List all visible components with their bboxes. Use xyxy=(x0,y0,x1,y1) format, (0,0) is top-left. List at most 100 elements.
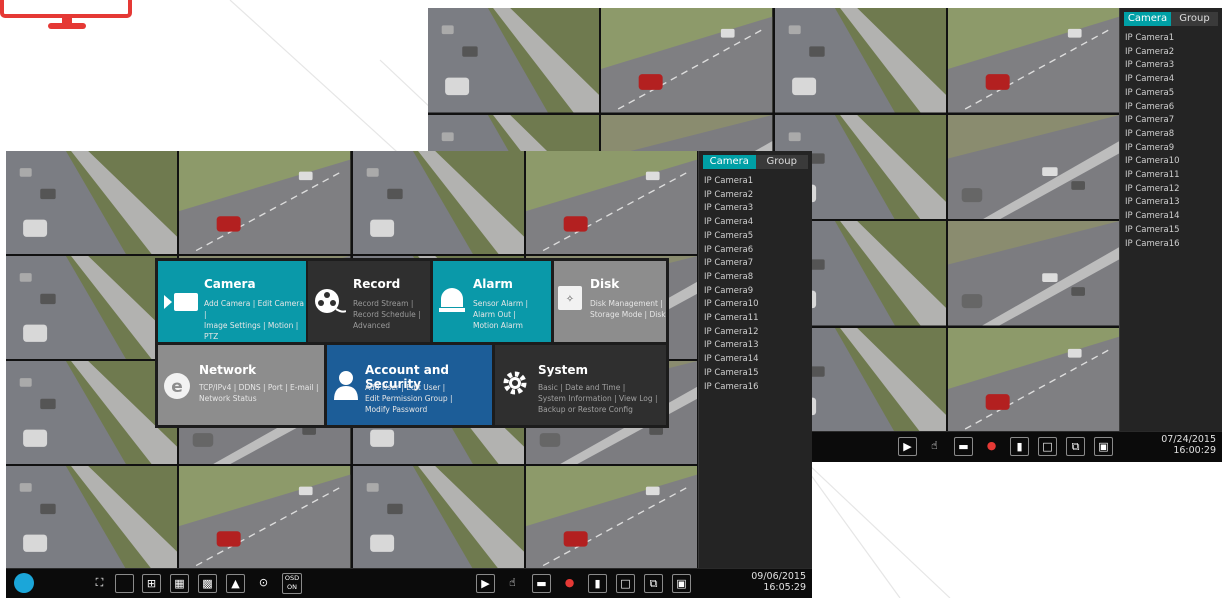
camera-tile[interactable] xyxy=(179,151,351,254)
hand-pointer-icon[interactable]: ☝ xyxy=(925,437,944,456)
menu-card-alarm[interactable]: Alarm Sensor Alarm | Alarm Out | Motion Al… xyxy=(433,261,551,342)
camera-list-item[interactable]: IP Camera2 xyxy=(1125,46,1222,60)
camera-list-item[interactable]: IP Camera13 xyxy=(704,339,812,353)
camera-tile[interactable] xyxy=(774,8,946,113)
menu-card-record[interactable]: Record Record Stream | Record Schedule | A… xyxy=(308,261,430,342)
menu-card-network[interactable]: e Network TCP/IPv4 | DDNS | Port | E-mai… xyxy=(158,345,324,425)
sequence-icon[interactable]: ⧉ xyxy=(1066,437,1085,456)
camera-list-item[interactable]: IP Camera15 xyxy=(704,367,812,381)
camera-list-item[interactable]: IP Camera12 xyxy=(1125,183,1222,197)
camera-list-item[interactable]: IP Camera9 xyxy=(1125,142,1222,156)
camera-list-item[interactable]: IP Camera6 xyxy=(704,244,812,258)
hand-pointer-icon[interactable]: ☝ xyxy=(503,574,522,593)
camera-list-item[interactable]: IP Camera4 xyxy=(1125,73,1222,87)
alarm-icon[interactable]: ● xyxy=(982,437,1001,456)
camera-list-item[interactable]: IP Camera8 xyxy=(1125,128,1222,142)
camera-tile[interactable] xyxy=(428,8,600,113)
fullscreen-icon[interactable]: ⛶ xyxy=(90,574,109,593)
camera-list-item[interactable]: IP Camera14 xyxy=(704,353,812,367)
camera-list-item[interactable]: IP Camera11 xyxy=(704,312,812,326)
camera-tile[interactable] xyxy=(947,327,1119,432)
camera-tile[interactable] xyxy=(352,466,524,569)
camera-sidebar: Camera Group IP Camera1 IP Camera2 IP Came… xyxy=(1119,8,1222,432)
tab-group[interactable]: Group xyxy=(1171,12,1218,26)
alarm-icon[interactable]: ● xyxy=(560,574,579,593)
camera-list-item[interactable]: IP Camera12 xyxy=(704,326,812,340)
camera-list-item[interactable]: IP Camera15 xyxy=(1125,224,1222,238)
camera-list-item[interactable]: IP Camera2 xyxy=(704,189,812,203)
date-time: 07/24/2015 16:00:29 xyxy=(1161,434,1216,456)
camera-list-item[interactable]: IP Camera13 xyxy=(1125,196,1222,210)
menu-title: Camera xyxy=(204,277,256,291)
hard-disk-icon: ✧ xyxy=(558,286,582,310)
camera-tile[interactable] xyxy=(6,151,178,254)
video-camera-icon xyxy=(164,293,198,311)
camera-list-item[interactable]: IP Camera14 xyxy=(1125,210,1222,224)
snapshot-icon[interactable]: ▬ xyxy=(954,437,973,456)
camera-tile[interactable] xyxy=(6,256,178,359)
camera-list-item[interactable]: IP Camera1 xyxy=(704,175,812,189)
camera-list-item[interactable]: IP Camera3 xyxy=(1125,59,1222,73)
camera-list-item[interactable]: IP Camera16 xyxy=(704,381,812,395)
camera-tile[interactable] xyxy=(947,221,1119,326)
camera-list-item[interactable]: IP Camera9 xyxy=(704,285,812,299)
menu-card-camera[interactable]: Camera Add Camera | Edit Camera | Image S… xyxy=(158,261,306,342)
menu-card-system[interactable]: System Basic | Date and Time | System Inf… xyxy=(495,345,666,425)
record-icon[interactable]: ▮ xyxy=(1010,437,1029,456)
monitor-icon xyxy=(0,0,132,29)
menu-card-disk[interactable]: ✧ Disk Disk Management | Storage Mode | D… xyxy=(554,261,666,342)
ptz-icon[interactable]: □ xyxy=(1038,437,1057,456)
info-icon[interactable]: ▣ xyxy=(1094,437,1113,456)
camera-list-item[interactable]: IP Camera3 xyxy=(704,202,812,216)
menu-desc: Record Stream | Record Schedule | Advanced xyxy=(353,299,421,330)
menu-desc: Basic | Date and Time | System Informatio… xyxy=(538,383,658,414)
quad-view-icon[interactable]: ⊞ xyxy=(142,574,161,593)
camera-list-item[interactable]: IP Camera5 xyxy=(1125,87,1222,101)
network-globe-icon: e xyxy=(164,373,190,399)
camera-list-item[interactable]: IP Camera11 xyxy=(1125,169,1222,183)
tab-group[interactable]: Group xyxy=(755,155,808,169)
camera-list-item[interactable]: IP Camera4 xyxy=(704,216,812,230)
camera-list-item[interactable]: IP Camera6 xyxy=(1125,101,1222,115)
single-view-icon[interactable] xyxy=(115,574,134,593)
camera-list-item[interactable]: IP Camera10 xyxy=(704,298,812,312)
camera-tile[interactable] xyxy=(179,466,351,569)
camera-tile[interactable] xyxy=(525,151,697,254)
svg-text:e: e xyxy=(171,377,183,397)
camera-list-item[interactable]: IP Camera1 xyxy=(1125,32,1222,46)
start-menu-icon[interactable] xyxy=(14,573,34,593)
play-icon[interactable]: ▶ xyxy=(476,574,495,593)
camera-list-item[interactable]: IP Camera16 xyxy=(1125,238,1222,252)
camera-tile[interactable] xyxy=(525,466,697,569)
nine-view-icon[interactable]: ▦ xyxy=(170,574,189,593)
time-text: 16:05:29 xyxy=(763,582,806,593)
camera-tile[interactable] xyxy=(6,466,178,569)
play-icon[interactable]: ▶ xyxy=(898,437,917,456)
camera-list-item[interactable]: IP Camera7 xyxy=(704,257,812,271)
film-reel-icon xyxy=(315,289,346,313)
camera-list-item[interactable]: IP Camera7 xyxy=(1125,114,1222,128)
custom-layout-icon[interactable]: ▲ xyxy=(226,574,245,593)
osd-toggle-button[interactable]: OSD ON xyxy=(282,573,302,594)
sequence-icon[interactable]: ⊙ xyxy=(254,574,273,593)
info-icon[interactable]: ▣ xyxy=(672,574,691,593)
camera-list-item[interactable]: IP Camera5 xyxy=(704,230,812,244)
camera-list-item[interactable]: IP Camera8 xyxy=(704,271,812,285)
date-text: 09/06/2015 xyxy=(751,571,806,582)
record-icon[interactable]: ▮ xyxy=(588,574,607,593)
tab-camera[interactable]: Camera xyxy=(1124,12,1171,26)
menu-title: Network xyxy=(199,363,257,377)
camera-tile[interactable] xyxy=(6,361,178,464)
camera-list-item[interactable]: IP Camera10 xyxy=(1125,155,1222,169)
camera-tile[interactable] xyxy=(601,8,773,113)
camera-tile[interactable] xyxy=(947,114,1119,219)
tab-camera[interactable]: Camera xyxy=(703,155,756,169)
camera-tile[interactable] xyxy=(947,8,1119,113)
gear-icon xyxy=(503,371,527,395)
snapshot-icon[interactable]: ▬ xyxy=(532,574,551,593)
sixteen-view-icon[interactable]: ▩ xyxy=(198,574,217,593)
sequence-view-icon[interactable]: ⧉ xyxy=(644,574,663,593)
ptz-icon[interactable]: □ xyxy=(616,574,635,593)
camera-tile[interactable] xyxy=(352,151,524,254)
menu-card-account[interactable]: Account and Security Add User | Edit Use… xyxy=(327,345,492,425)
